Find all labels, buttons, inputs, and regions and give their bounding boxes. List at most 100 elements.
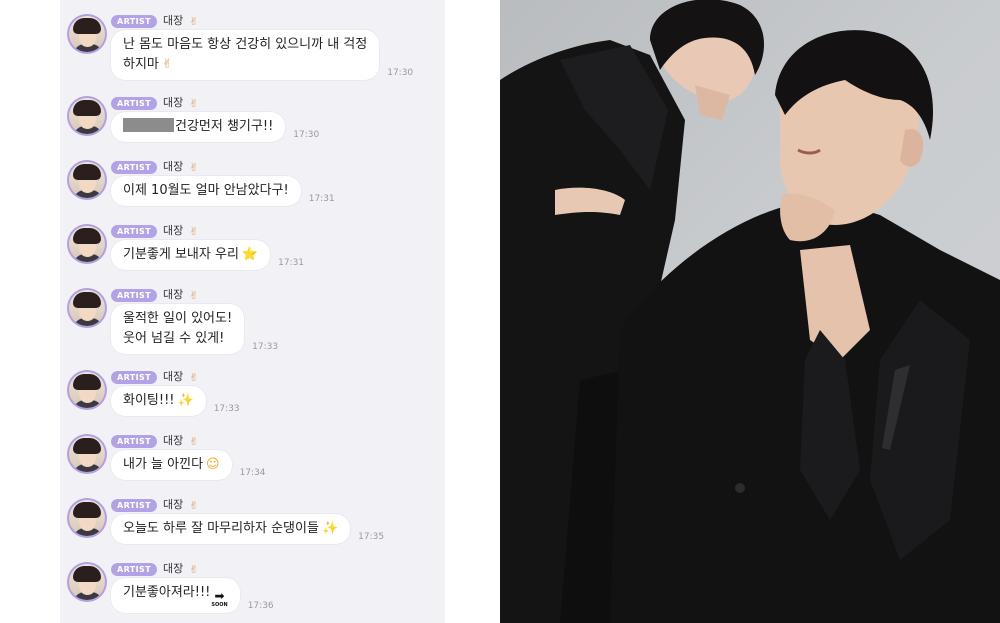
artist-badge: ARTIST — [111, 224, 158, 238]
message-text: 오늘도 하루 잘 마무리하자 순댕이들 — [123, 521, 319, 536]
avatar-hair-shape — [73, 374, 101, 390]
message-line: 난 몸도 마음도 항상 건강히 있으니까 내 걱정 — [123, 35, 367, 55]
avatar[interactable] — [67, 562, 107, 602]
avatar[interactable] — [67, 434, 107, 474]
message-line: 울적한 일이 있어도! — [123, 309, 232, 329]
timestamp: 17:35 — [358, 532, 385, 542]
victory-hand-icon: ✌ — [189, 434, 199, 448]
victory-hand-icon: ✌ — [189, 498, 199, 512]
artist-badge: ARTIST — [111, 160, 158, 174]
timestamp: 17:30 — [387, 68, 414, 78]
victory-hand-icon: ✌ — [189, 288, 199, 302]
timestamp: 17:31 — [308, 194, 335, 204]
bubble-row: 울적한 일이 있어도! 웃어 넘길 수 있게! 17:33 — [111, 304, 278, 354]
avatar[interactable] — [67, 14, 107, 54]
bubble-row: 건강먼저 챙기구!! 17:30 — [111, 112, 319, 142]
message-line: 내가 늘 아낀다 ☺ — [123, 455, 220, 475]
artist-badge: ARTIST — [111, 434, 158, 448]
soon-label: SOON — [211, 602, 228, 608]
victory-hand-icon: ✌ — [189, 562, 199, 576]
timestamp: 17:30 — [293, 130, 320, 140]
sender-name: 대장 — [163, 224, 184, 237]
sender-row: ARTIST 대장 ✌ — [111, 370, 199, 384]
avatar-image — [69, 564, 105, 600]
avatar-image — [69, 372, 105, 408]
message-bubble[interactable]: 이제 10월도 얼마 안남았다구! — [111, 176, 301, 206]
timestamp: 17:34 — [239, 468, 266, 478]
sender-row: ARTIST 대장 ✌ — [111, 224, 199, 238]
avatar-hair-shape — [73, 164, 101, 180]
message-line: 이제 10월도 얼마 안남았다구! — [123, 181, 289, 201]
avatar[interactable] — [67, 96, 107, 136]
message-bubble[interactable]: 난 몸도 마음도 항상 건강히 있으니까 내 걱정하지마 ✌ — [111, 30, 380, 80]
message-line: 건강먼저 챙기구!! — [123, 117, 273, 137]
sender-row: ARTIST 대장 ✌ — [111, 288, 199, 302]
message-text: 하지마 — [123, 57, 159, 72]
sparkles-icon: ✨ — [177, 393, 194, 408]
avatar-hair-shape — [73, 292, 101, 308]
two-men-black-suits-photo — [500, 0, 1000, 623]
artist-badge: ARTIST — [111, 14, 158, 28]
avatar[interactable] — [67, 224, 107, 264]
message-text: 기분좋아져라!!! — [123, 585, 211, 600]
message-line: 기분좋아져라!!! ➡ SOON — [123, 583, 228, 608]
victory-hand-icon: ✌ — [161, 57, 173, 72]
avatar-image — [69, 16, 105, 52]
sender-row: ARTIST 대장 ✌ — [111, 562, 199, 576]
bubble-row: 화이팅!!! ✨ 17:33 — [111, 386, 240, 416]
victory-hand-icon: ✌ — [189, 370, 199, 384]
sender-name: 대장 — [163, 562, 184, 575]
avatar-image — [69, 500, 105, 536]
chat-panel: ARTIST 대장 ✌ 난 몸도 마음도 항상 건강히 있으니까 내 걱정 하지마 ✌ 17… — [0, 0, 500, 623]
message-line: 기분좋게 보내자 우리 ⭐ — [123, 245, 258, 265]
message-bubble[interactable]: 기분좋아져라!!! ➡ SOON — [111, 578, 240, 613]
message-bubble[interactable]: 건강먼저 챙기구!! — [111, 112, 286, 142]
message-text: 난 몸도 마음도 항상 건강히 있으니까 내 걱정 — [123, 37, 368, 52]
sender-name: 대장 — [163, 96, 184, 109]
message-bubble[interactable]: 내가 늘 아낀다 ☺ — [111, 450, 232, 480]
sender-name: 대장 — [163, 288, 184, 301]
avatar[interactable] — [67, 160, 107, 200]
star-icon: ⭐ — [241, 247, 259, 262]
sender-row: ARTIST 대장 ✌ — [111, 160, 199, 174]
message-line: 화이팅!!! ✨ — [123, 391, 194, 411]
message-bubble[interactable]: 오늘도 하루 잘 마무리하자 순댕이들 ✨ — [111, 514, 351, 544]
avatar-image — [69, 226, 105, 262]
sender-name: 대장 — [163, 434, 184, 447]
message-bubble[interactable]: 기분좋게 보내자 우리 ⭐ — [111, 240, 271, 270]
avatar-hair-shape — [73, 566, 101, 582]
victory-hand-icon: ✌ — [189, 160, 199, 174]
timestamp: 17:33 — [252, 342, 279, 352]
sender-row: ARTIST 대장 ✌ — [111, 96, 199, 110]
victory-hand-icon: ✌ — [189, 14, 199, 28]
artist-badge: ARTIST — [111, 288, 158, 302]
message-line: 하지마 ✌ — [123, 55, 367, 75]
sender-name: 대장 — [163, 14, 184, 27]
bubble-row: 내가 늘 아낀다 ☺ 17:34 — [111, 450, 266, 480]
avatar-hair-shape — [73, 18, 101, 34]
avatar-hair-shape — [73, 502, 101, 518]
sender-name: 대장 — [163, 160, 184, 173]
message-text: 울적한 일이 있어도! — [123, 311, 233, 326]
sparkles-icon: ✨ — [321, 521, 339, 536]
artist-badge: ARTIST — [111, 370, 158, 384]
sender-name: 대장 — [163, 498, 184, 511]
avatar[interactable] — [67, 288, 107, 328]
message-line: 오늘도 하루 잘 마무리하자 순댕이들 ✨ — [123, 519, 338, 539]
sender-row: ARTIST 대장 ✌ — [111, 434, 199, 448]
redacted-block — [123, 118, 174, 132]
avatar[interactable] — [67, 370, 107, 410]
message-text: 내가 늘 아낀다 — [123, 457, 204, 472]
sender-row: ARTIST 대장 ✌ — [111, 498, 199, 512]
message-text: 이제 10월도 얼마 안남았다구! — [123, 183, 289, 198]
avatar-hair-shape — [73, 438, 101, 454]
timestamp: 17:31 — [278, 258, 305, 268]
avatar-image — [69, 162, 105, 198]
avatar[interactable] — [67, 498, 107, 538]
artist-photo — [500, 0, 1000, 623]
avatar-hair-shape — [73, 100, 101, 116]
timestamp: 17:33 — [213, 404, 240, 414]
message-bubble[interactable]: 울적한 일이 있어도! 웃어 넘길 수 있게! — [111, 304, 245, 354]
message-bubble[interactable]: 화이팅!!! ✨ — [111, 386, 206, 416]
timestamp: 17:36 — [247, 601, 274, 611]
